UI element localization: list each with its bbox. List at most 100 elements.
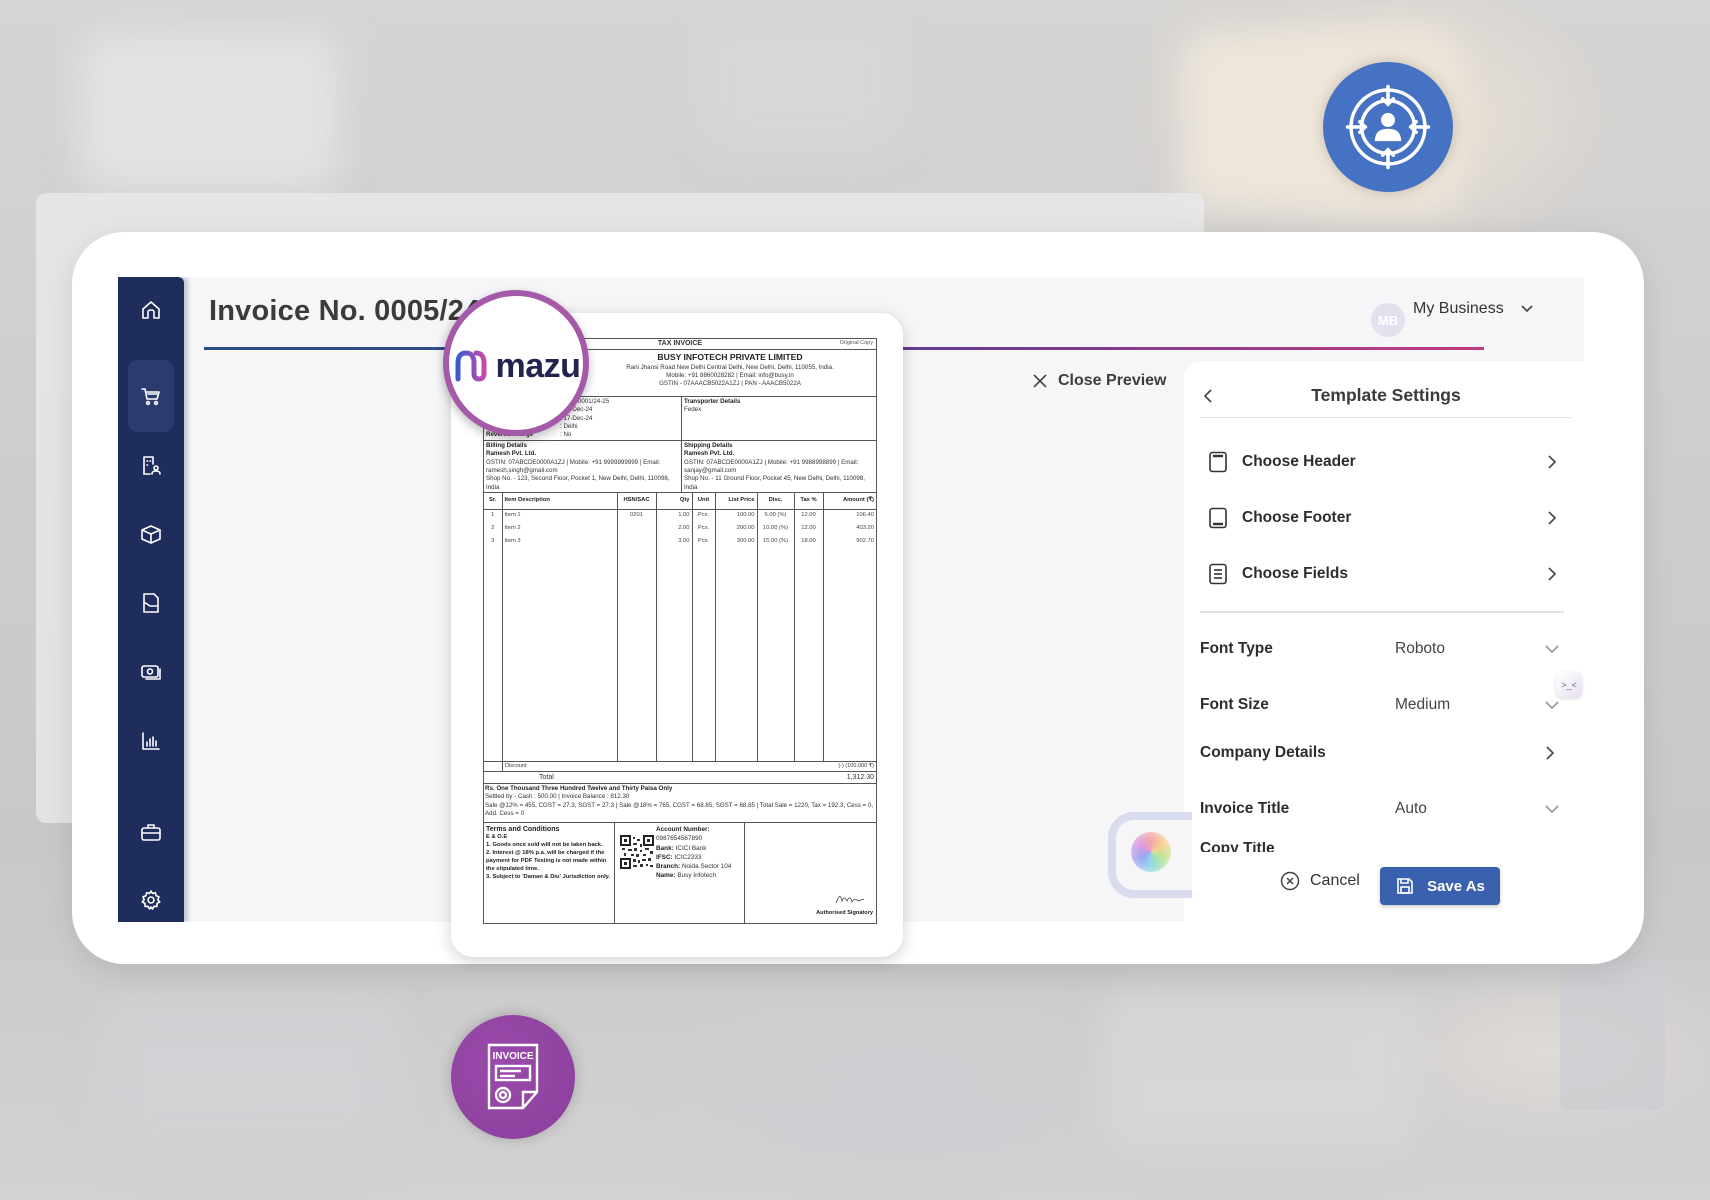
footer-section: Terms and Conditions E & O.E 1. Goods on… bbox=[484, 823, 876, 924]
transporter-details: Transporter Details Fedex bbox=[684, 398, 741, 414]
choose-header-item[interactable]: Choose Header bbox=[1200, 447, 1562, 477]
invoice-title-select[interactable]: Invoice Title Auto bbox=[1200, 795, 1562, 823]
cash-icon bbox=[141, 665, 161, 680]
background-blur bbox=[1100, 990, 1420, 1150]
qr-code bbox=[620, 835, 654, 869]
sidebar-item-reports[interactable] bbox=[128, 718, 174, 764]
cancel-label: Cancel bbox=[1310, 872, 1360, 889]
fields-list-icon bbox=[1209, 563, 1227, 585]
table-cell-price: 300.00 bbox=[715, 535, 758, 548]
sidebar-item-settings[interactable] bbox=[128, 877, 174, 922]
table-cell-tax: 18.00 bbox=[794, 535, 824, 548]
template-settings-panel: Template Settings Choose Header Choose F… bbox=[1184, 362, 1584, 922]
company-address: Rani Jhansi Road New Delhi Central Delhi… bbox=[626, 363, 834, 371]
table-cell-qty: 3.00 bbox=[656, 535, 693, 548]
mazu-wordmark: mazu bbox=[495, 346, 581, 385]
choose-fields-label: Choose Fields bbox=[1242, 565, 1348, 582]
choose-footer-label: Choose Footer bbox=[1242, 509, 1352, 526]
briefcase-icon bbox=[141, 824, 161, 841]
chevron-right-icon bbox=[1548, 567, 1557, 581]
chevron-right-icon bbox=[1546, 746, 1555, 760]
authorised-signatory: Authorised Signatory bbox=[816, 910, 873, 916]
table-cell-desc: Item 2 bbox=[502, 522, 618, 535]
target-user-icon bbox=[1345, 84, 1431, 170]
sidebar-item-payments[interactable] bbox=[128, 649, 174, 695]
close-preview-label: Close Preview bbox=[1058, 372, 1167, 389]
signature-scribble bbox=[835, 896, 865, 904]
save-as-label: Save As bbox=[1427, 877, 1485, 895]
sidebar-item-inventory[interactable] bbox=[128, 511, 174, 557]
header-layout-icon bbox=[1209, 451, 1227, 473]
amount-summary: Rs. One Thousand Three Hundred Twelve an… bbox=[484, 784, 876, 823]
table-row: 1 Item 1 0201 1.00 Pcs. 100.00 5.00 (%) 12.00 10… bbox=[484, 509, 876, 522]
table-cell-price: 100.00 bbox=[715, 509, 758, 522]
table-cell-tax: 12.00 bbox=[794, 509, 824, 522]
template-settings-title: Template Settings bbox=[1311, 385, 1461, 405]
table-row: 3 Item 3 3.00 Pcs. 300.00 15.00 (%) 18.00 902.7… bbox=[484, 535, 876, 548]
collapse-panel-tab[interactable]: >_< bbox=[1556, 672, 1582, 698]
invoice-badge: INVOICE bbox=[451, 1015, 575, 1139]
table-cell-amount: 902.70 bbox=[856, 537, 874, 544]
company-details-label: Company Details bbox=[1200, 744, 1326, 761]
table-cell-unit: Pcs. bbox=[692, 509, 716, 522]
discount-row: Discount (-) (100.000 ₹) bbox=[484, 761, 876, 772]
terms-and-conditions: Terms and Conditions E & O.E 1. Goods on… bbox=[486, 826, 611, 880]
cart-icon bbox=[141, 388, 160, 406]
font-size-select[interactable]: Font Size Medium bbox=[1200, 691, 1562, 719]
table-cell-sr: 1 bbox=[484, 509, 503, 522]
choose-footer-item[interactable]: Choose Footer bbox=[1200, 503, 1562, 533]
signature bbox=[832, 891, 872, 910]
font-type-label: Font Type bbox=[1200, 640, 1273, 657]
chevron-down-icon bbox=[1545, 701, 1559, 709]
invoice-title-label: Invoice Title bbox=[1200, 800, 1290, 817]
business-switcher[interactable]: MB My Business bbox=[1371, 293, 1534, 337]
chevron-right-icon bbox=[1548, 511, 1557, 525]
target-audience-badge bbox=[1323, 62, 1453, 192]
billing-details: Billing Details Ramesh Pvt. Ltd. GSTIN: … bbox=[486, 442, 670, 491]
sidebar bbox=[118, 277, 184, 922]
copy-title-item[interactable]: Copy Title bbox=[1200, 842, 1562, 852]
business-name: My Business bbox=[1413, 300, 1504, 317]
shipping-details: Shipping Details Ramesh Pvt. Ltd. GSTIN:… bbox=[684, 442, 866, 491]
party-details-section: Billing Details Ramesh Pvt. Ltd. GSTIN: … bbox=[484, 441, 876, 493]
logo-magnifier: mazu bbox=[443, 290, 589, 436]
table-cell-hsn bbox=[617, 522, 657, 535]
close-preview-button[interactable]: Close Preview bbox=[1032, 372, 1167, 390]
choose-fields-item[interactable]: Choose Fields bbox=[1200, 559, 1562, 589]
items-table: Sr. Item Description HSN/SAC Qty Unit Li… bbox=[484, 493, 876, 548]
table-cell-sr: 2 bbox=[484, 522, 503, 535]
company-name: BUSY INFOTECH PRIVATE LIMITED bbox=[657, 352, 803, 362]
items-header-row: Sr. Item Description HSN/SAC Qty Unit Li… bbox=[484, 493, 876, 510]
company-details-item[interactable]: Company Details bbox=[1200, 739, 1562, 767]
avatar: MB bbox=[1371, 303, 1405, 337]
sidebar-item-parties[interactable] bbox=[128, 442, 174, 488]
mazu-logo: mazu bbox=[452, 347, 581, 386]
template-settings-header: Template Settings bbox=[1200, 382, 1572, 418]
choose-header-label: Choose Header bbox=[1242, 453, 1356, 470]
invoice-title-value: Auto bbox=[1395, 800, 1427, 817]
table-cell-unit: Pcs. bbox=[692, 522, 716, 535]
sidebar-item-home[interactable] bbox=[128, 287, 174, 333]
save-as-button[interactable]: Save As bbox=[1380, 867, 1500, 905]
invoice-heading-text: TAX INVOICE bbox=[657, 340, 703, 347]
table-cell-unit: Pcs. bbox=[692, 535, 716, 548]
table-cell-disc: 15.00 (%) bbox=[757, 535, 795, 548]
bank-details: Account Number: 0987654567890 Bank: ICIC… bbox=[656, 826, 732, 880]
cancel-button[interactable]: Cancel bbox=[1280, 871, 1360, 891]
bar-chart-icon bbox=[142, 732, 160, 750]
font-size-label: Font Size bbox=[1200, 696, 1269, 713]
table-cell-tax: 12.00 bbox=[794, 522, 824, 535]
sidebar-item-sales[interactable] bbox=[128, 360, 174, 432]
chevron-right-icon bbox=[1548, 455, 1557, 469]
chevron-down-icon bbox=[1545, 645, 1559, 653]
color-picker-button[interactable] bbox=[1131, 832, 1171, 872]
company-tax-ids: GSTIN - 07AAACB5022A1ZJ | PAN - AAACB502… bbox=[659, 380, 801, 388]
home-icon bbox=[142, 301, 160, 319]
sidebar-item-business[interactable] bbox=[128, 809, 174, 855]
footer-layout-icon bbox=[1209, 507, 1227, 529]
font-type-select[interactable]: Font Type Roboto bbox=[1200, 635, 1562, 663]
table-cell-qty: 1.00 bbox=[656, 509, 693, 522]
copy-title-label: Copy Title bbox=[1200, 842, 1275, 852]
sidebar-item-purchases[interactable] bbox=[128, 580, 174, 626]
table-cell-hsn: 0201 bbox=[617, 509, 657, 522]
